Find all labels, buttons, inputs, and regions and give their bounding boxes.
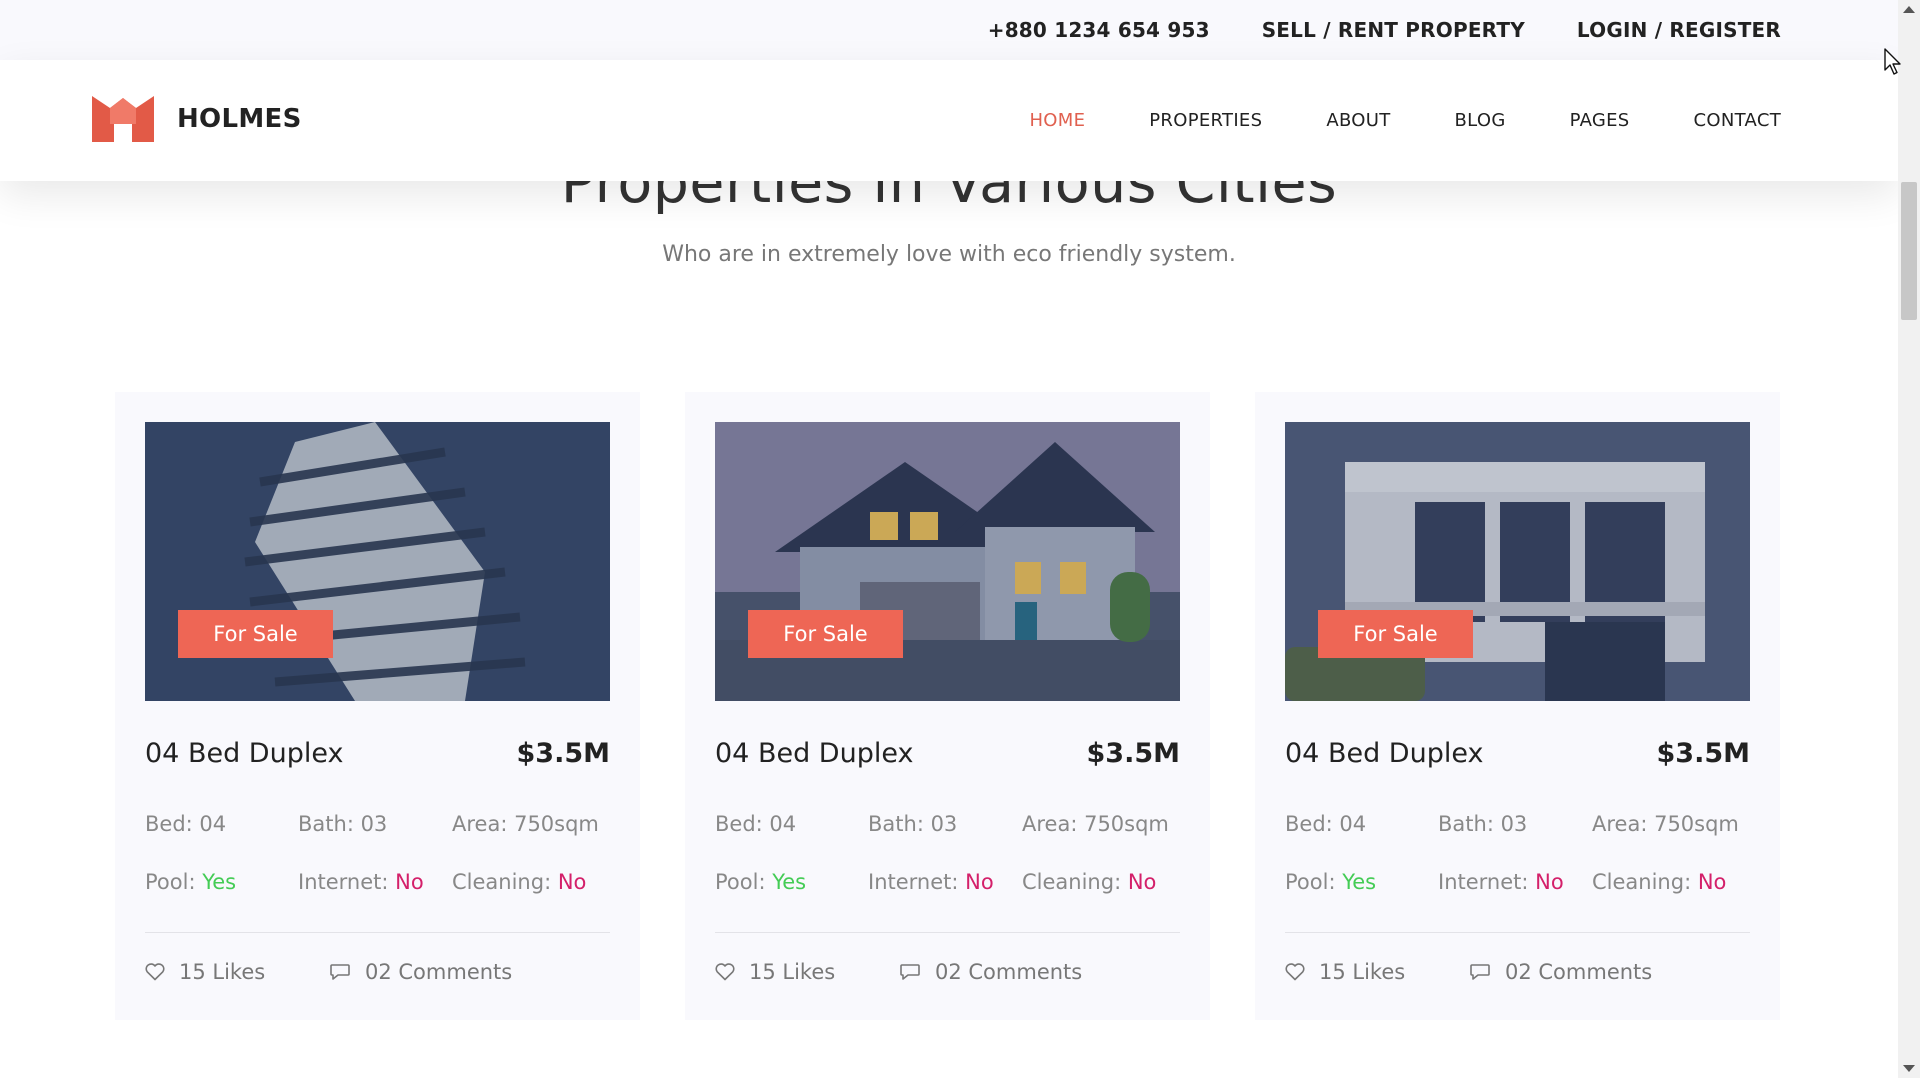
card-divider (1285, 932, 1750, 933)
likes-count: 15 Likes (749, 960, 836, 984)
spec-area: Area: 750sqm (1592, 812, 1739, 836)
property-image[interactable]: For Sale (1285, 422, 1750, 701)
top-bar-links: +880 1234 654 953 SELL / RENT PROPERTY L… (988, 0, 1781, 60)
comments-link[interactable]: 02 Comments (1469, 960, 1652, 984)
comments-link[interactable]: 02 Comments (899, 960, 1082, 984)
spec-pool-label: Pool: (145, 870, 203, 894)
card-divider (145, 932, 610, 933)
top-bar: +880 1234 654 953 SELL / RENT PROPERTY L… (0, 0, 1898, 60)
property-price: $3.5M (1086, 738, 1181, 769)
scrollbar-thumb[interactable] (1901, 182, 1917, 320)
spec-internet: Internet: No (298, 870, 424, 894)
spec-pool: Pool: Yes (715, 870, 806, 894)
property-price: $3.5M (1656, 738, 1751, 769)
scroll-up-icon[interactable] (1903, 6, 1915, 13)
house-logo-icon (92, 96, 154, 142)
spec-internet-label: Internet: (868, 870, 966, 894)
spec-bed: Bed: 04 (1285, 812, 1367, 836)
property-title[interactable]: 04 Bed Duplex (1285, 738, 1483, 769)
comment-icon (330, 964, 350, 980)
comment-icon (1470, 964, 1490, 980)
vertical-scrollbar[interactable] (1898, 0, 1920, 1078)
spec-internet-value: No (1535, 870, 1564, 894)
card-divider (715, 932, 1180, 933)
heart-icon (1285, 963, 1305, 981)
comments-count: 02 Comments (365, 960, 513, 984)
property-price: $3.5M (516, 738, 611, 769)
likes-link[interactable]: 15 Likes (145, 960, 265, 984)
nav-item-properties[interactable]: PROPERTIES (1149, 110, 1262, 131)
spec-cleaning-label: Cleaning: (1022, 870, 1128, 894)
property-card: For Sale 04 Bed Duplex $3.5M Bed: 04 Bat… (1255, 392, 1780, 1020)
sell-rent-link[interactable]: SELL / RENT PROPERTY (1262, 18, 1525, 42)
spec-internet: Internet: No (1438, 870, 1564, 894)
spec-pool-label: Pool: (1285, 870, 1343, 894)
nav-item-contact[interactable]: CONTACT (1694, 110, 1781, 131)
property-title[interactable]: 04 Bed Duplex (145, 738, 343, 769)
likes-link[interactable]: 15 Likes (1285, 960, 1405, 984)
nav-item-home[interactable]: HOME (1029, 110, 1085, 131)
comments-count: 02 Comments (1505, 960, 1653, 984)
scroll-down-icon[interactable] (1903, 1065, 1915, 1072)
for-sale-badge[interactable]: For Sale (748, 610, 903, 658)
spec-pool-value: Yes (772, 870, 807, 894)
likes-count: 15 Likes (1319, 960, 1406, 984)
spec-internet: Internet: No (868, 870, 994, 894)
spec-bed: Bed: 04 (715, 812, 797, 836)
spec-internet-value: No (395, 870, 424, 894)
spec-pool: Pool: Yes (1285, 870, 1376, 894)
spec-cleaning-label: Cleaning: (1592, 870, 1698, 894)
spec-pool-value: Yes (202, 870, 237, 894)
spec-internet-value: No (965, 870, 994, 894)
spec-cleaning-value: No (1127, 870, 1157, 894)
spec-pool: Pool: Yes (145, 870, 236, 894)
comments-link[interactable]: 02 Comments (329, 960, 512, 984)
heart-icon (145, 963, 165, 981)
spec-bath: Bath: 03 (298, 812, 388, 836)
for-sale-badge[interactable]: For Sale (178, 610, 333, 658)
for-sale-badge[interactable]: For Sale (1318, 610, 1473, 658)
spec-area: Area: 750sqm (1022, 812, 1169, 836)
nav-item-blog[interactable]: BLOG (1455, 110, 1506, 131)
site-logo[interactable]: HOLMES (92, 96, 302, 142)
spec-bed: Bed: 04 (145, 812, 227, 836)
property-image[interactable]: For Sale (145, 422, 610, 701)
comments-count: 02 Comments (935, 960, 1083, 984)
phone-number[interactable]: +880 1234 654 953 (988, 18, 1210, 42)
spec-pool-label: Pool: (715, 870, 773, 894)
property-title[interactable]: 04 Bed Duplex (715, 738, 913, 769)
spec-pool-value: Yes (1342, 870, 1377, 894)
heart-icon (715, 963, 735, 981)
spec-area: Area: 750sqm (452, 812, 599, 836)
login-register-link[interactable]: LOGIN / REGISTER (1577, 18, 1781, 42)
spec-cleaning: Cleaning: No (452, 870, 586, 894)
property-card: For Sale 04 Bed Duplex $3.5M Bed: 04 Bat… (115, 392, 640, 1020)
spec-cleaning: Cleaning: No (1592, 870, 1726, 894)
property-card: For Sale 04 Bed Duplex $3.5M Bed: 04 Bat… (685, 392, 1210, 1020)
brand-name: HOLMES (177, 104, 302, 134)
mouse-cursor-icon (1884, 48, 1901, 75)
spec-cleaning-value: No (557, 870, 587, 894)
section-subtitle: Who are in extremely love with eco frien… (662, 242, 1236, 267)
spec-bath: Bath: 03 (868, 812, 958, 836)
spec-internet-label: Internet: (1438, 870, 1536, 894)
main-header: HOLMES HOME PROPERTIES ABOUT BLOG PAGES … (0, 60, 1898, 181)
spec-cleaning-label: Cleaning: (452, 870, 558, 894)
spec-internet-label: Internet: (298, 870, 396, 894)
main-nav: HOME PROPERTIES ABOUT BLOG PAGES CONTACT (1029, 60, 1781, 181)
property-image[interactable]: For Sale (715, 422, 1180, 701)
likes-count: 15 Likes (179, 960, 266, 984)
spec-cleaning-value: No (1697, 870, 1727, 894)
spec-cleaning: Cleaning: No (1022, 870, 1156, 894)
likes-link[interactable]: 15 Likes (715, 960, 835, 984)
nav-item-pages[interactable]: PAGES (1570, 110, 1630, 131)
spec-bath: Bath: 03 (1438, 812, 1528, 836)
comment-icon (900, 964, 920, 980)
nav-item-about[interactable]: ABOUT (1326, 110, 1390, 131)
